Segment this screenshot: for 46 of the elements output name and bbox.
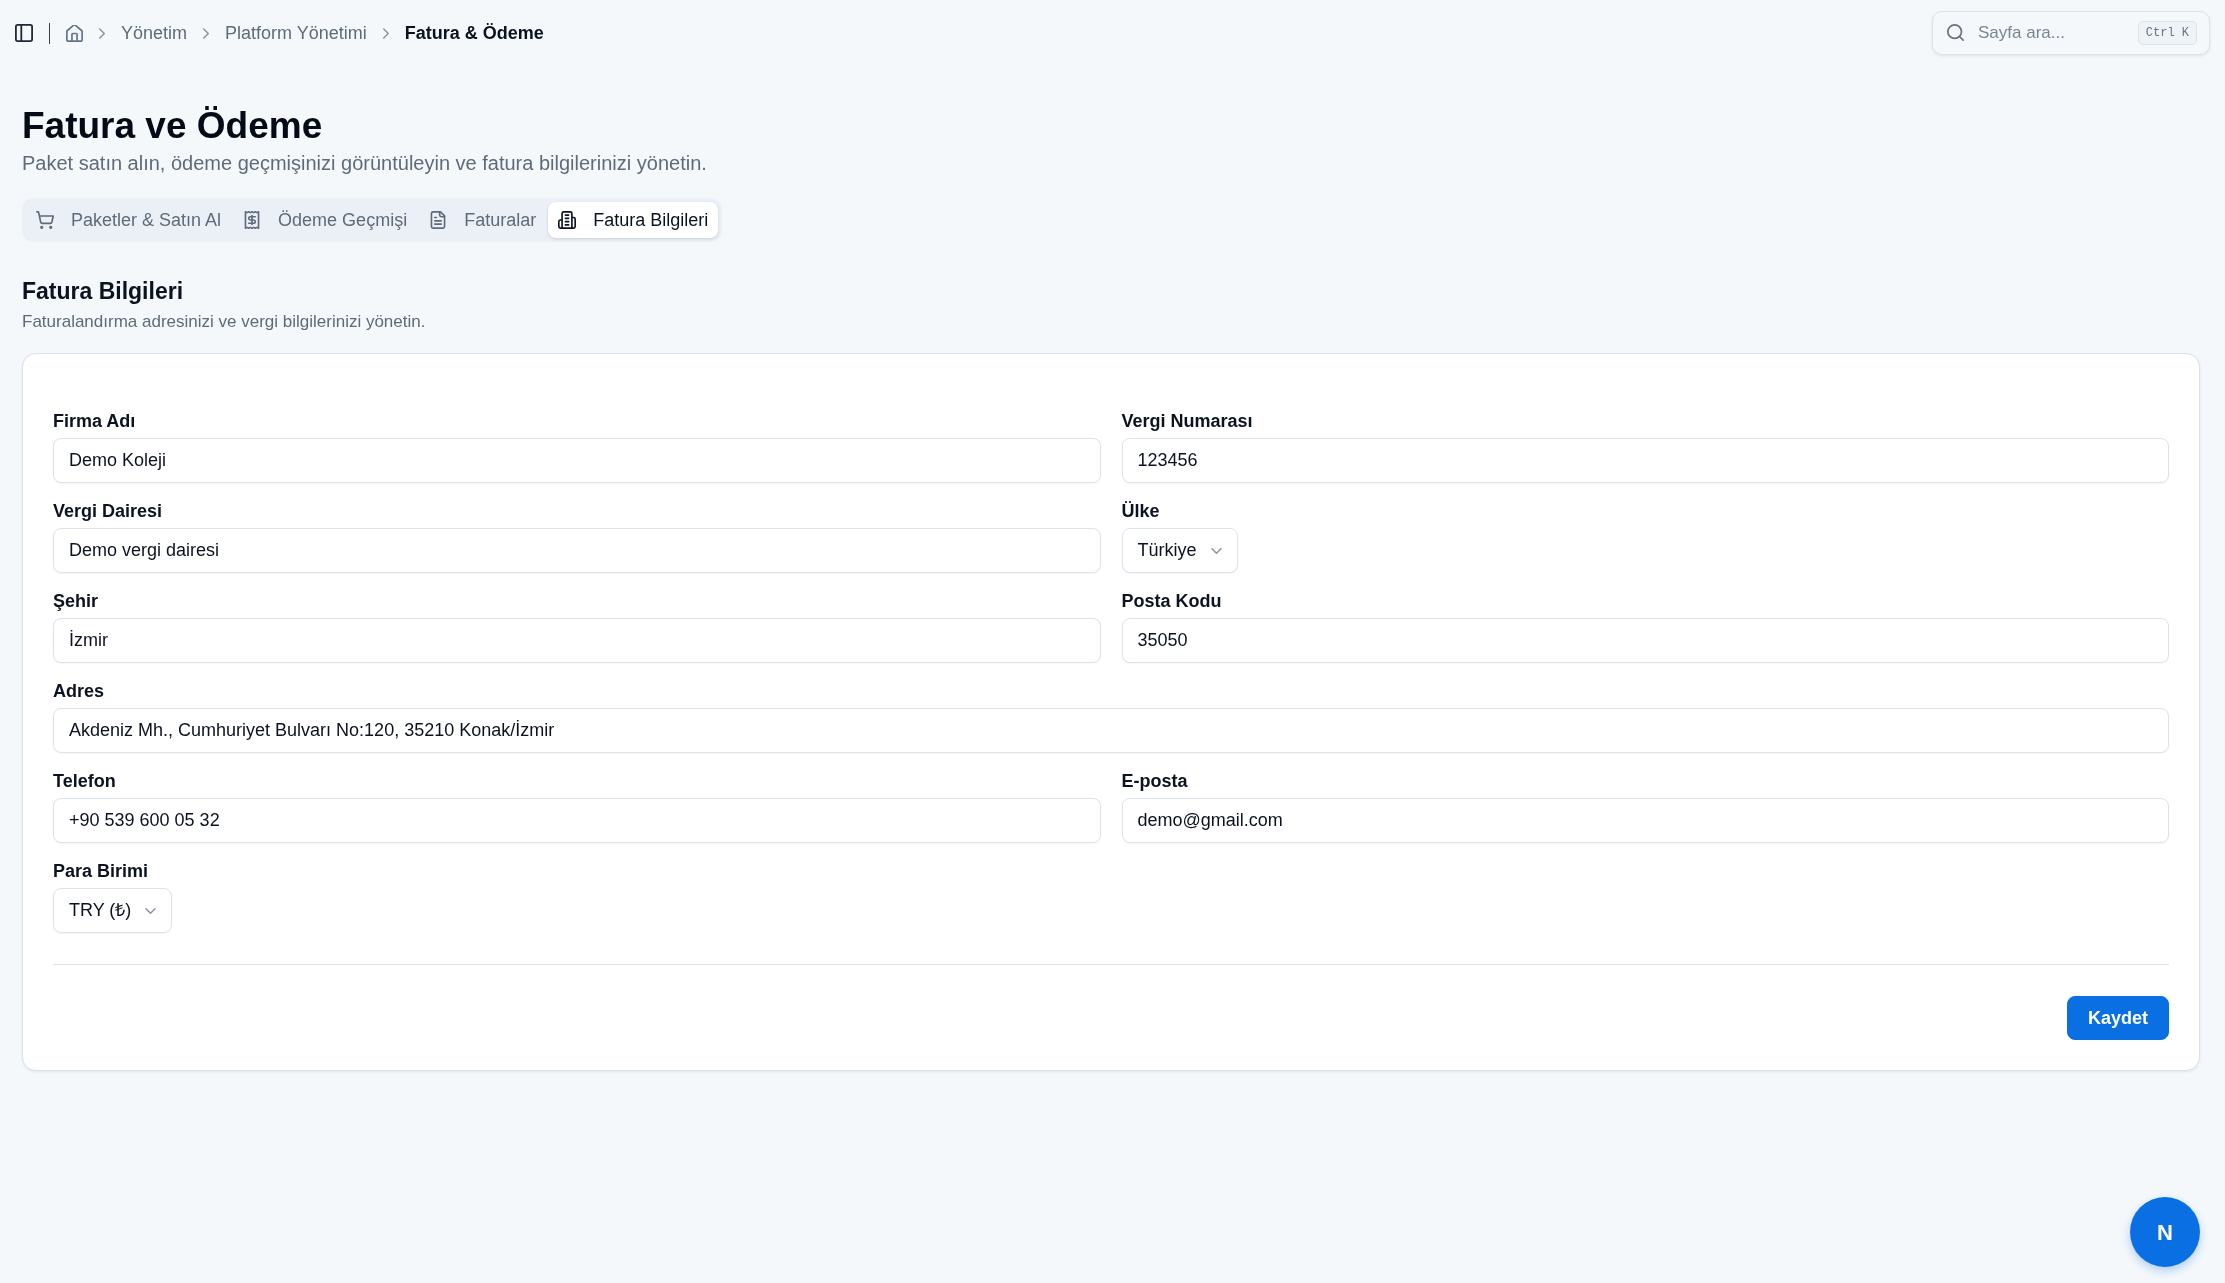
section-title: Fatura Bilgileri xyxy=(22,277,184,306)
sidebar-toggle-icon[interactable] xyxy=(15,24,33,42)
page-subtitle: Paket satın alın, ödeme geçmişinizi görüntüleyin ve fatura bilgilerinizi yönetin. xyxy=(22,151,707,177)
chevron-down-icon xyxy=(1210,547,1222,554)
floating-button[interactable]: N xyxy=(2130,1197,2200,1267)
field-label: Ülke xyxy=(1121,500,1160,524)
chevron-right-icon xyxy=(99,27,105,39)
field-label: Firma Adı xyxy=(53,410,136,434)
text-field[interactable]: 35050 xyxy=(1121,618,2169,664)
text-field[interactable]: Demo vergi dairesi xyxy=(53,528,1101,574)
tab[interactable]: Ödeme Geçmişi xyxy=(233,202,418,239)
field-label: Para Birimi xyxy=(53,860,149,884)
tab[interactable]: Paketler & Satın Al xyxy=(26,202,232,239)
search-icon xyxy=(1947,24,1964,41)
text-field[interactable]: Akdeniz Mh., Cumhuriyet Bulvarı No:120, 35210 Konak/İzmir xyxy=(53,708,2169,754)
chevron-right-icon xyxy=(203,27,210,39)
field-label: Posta Kodu xyxy=(1121,590,1222,614)
save-button[interactable]: Kaydet xyxy=(2066,996,2169,1041)
document-icon xyxy=(429,211,448,230)
receipt-icon xyxy=(243,211,262,230)
text-field[interactable]: 123456 xyxy=(1121,438,2169,484)
text-field[interactable]: İzmir xyxy=(53,618,1101,664)
field-label: E-posta xyxy=(1121,770,1188,794)
select-field[interactable]: TRY (₺) xyxy=(53,888,173,934)
field-label: Vergi Numarası xyxy=(1121,410,1253,434)
page-title: Fatura ve Ödeme xyxy=(22,104,323,148)
section-description: Faturalandırma adresinizi ve vergi bilgilerinizi yönetin. xyxy=(22,311,426,334)
text-field[interactable]: demo@gmail.com xyxy=(1121,798,2169,844)
text-field[interactable]: Demo Koleji xyxy=(53,438,1101,484)
tab[interactable]: Fatura Bilgileri xyxy=(548,202,719,239)
breadcrumb-current: Fatura & Ödeme xyxy=(404,21,544,45)
field-label: Telefon xyxy=(53,770,116,794)
field-label: Şehir xyxy=(53,590,99,614)
building-icon xyxy=(558,211,577,230)
text-field[interactable]: +90 539 600 05 32 xyxy=(53,798,1101,844)
field-label: Adres xyxy=(53,680,105,704)
cart-icon xyxy=(36,211,54,230)
breadcrumb-link[interactable]: Platform Yönetimi xyxy=(225,19,367,47)
select-field[interactable]: Türkiye xyxy=(1121,528,1238,574)
shortcut-hint: Ctrl K xyxy=(2137,21,2197,45)
tab[interactable]: Faturalar xyxy=(419,202,547,239)
chevron-right-icon xyxy=(382,27,389,39)
breadcrumb-link[interactable]: Yönetim xyxy=(121,19,188,47)
field-label: Vergi Dairesi xyxy=(53,500,163,524)
home-icon[interactable] xyxy=(66,24,83,42)
chevron-down-icon xyxy=(145,907,157,914)
